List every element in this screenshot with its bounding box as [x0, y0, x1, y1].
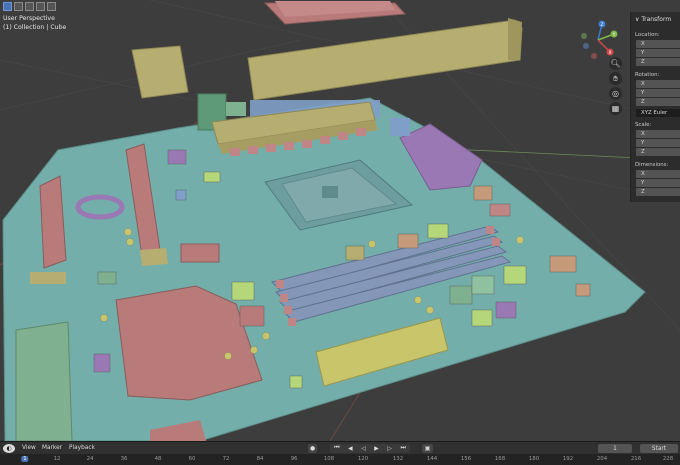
play-icon[interactable]: ▶ [374, 446, 378, 452]
timeline-ruler[interactable]: 1 12 24 36 48 60 72 84 96 108 120 132 14… [0, 454, 680, 465]
select-mode-icons[interactable] [3, 2, 56, 11]
timeline-header: ◐ View Marker Playback ● ⏮ ◀ ◁ ▶ ▷ ⏭ ▣ 1… [0, 441, 680, 455]
scale-label: Scale: [635, 122, 652, 128]
ruler-tick: 132 [392, 456, 404, 462]
scale-y-field[interactable]: Y [636, 139, 680, 147]
ruler-tick: 1 [21, 456, 29, 462]
select-extend-icon[interactable] [14, 2, 23, 11]
transform-panel-header[interactable]: ∨ Transform [635, 16, 671, 23]
keying-icon[interactable]: ▣ [422, 444, 433, 453]
dimensions-y-field[interactable]: Y [636, 179, 680, 187]
rotation-x-field[interactable]: X [636, 80, 680, 88]
select-intersect-icon[interactable] [47, 2, 56, 11]
select-box-icon[interactable] [3, 2, 12, 11]
ruler-tick: 120 [357, 456, 369, 462]
rotation-y-field[interactable]: Y [636, 89, 680, 97]
ruler-tick: 168 [494, 456, 506, 462]
ruler-tick: 156 [460, 456, 472, 462]
viewport-collection-label: (1) Collection | Cube [3, 24, 67, 31]
gizmo-y-label: Y [612, 32, 616, 38]
3d-viewport[interactable]: User Perspective (1) Collection | Cube Z… [0, 0, 680, 441]
grid-icon[interactable]: ▦ [609, 102, 622, 115]
transform-panel: ∨ Transform Location: X Y Z Rotation: X … [630, 12, 680, 202]
jump-start-icon[interactable]: ⏮ [334, 445, 339, 452]
ruler-tick: 216 [630, 456, 642, 462]
ruler-tick: 192 [562, 456, 574, 462]
viewport-perspective-label: User Perspective [3, 15, 55, 22]
clock-icon[interactable]: ◐ [3, 444, 15, 453]
chevron-down-icon: ∨ [635, 16, 640, 23]
ruler-tick: 204 [596, 456, 608, 462]
start-label: Start [651, 445, 667, 452]
menu-marker[interactable]: Marker [42, 445, 62, 451]
ruler-tick: 60 [188, 456, 196, 462]
gizmo-x-label: X [608, 50, 611, 56]
ruler-tick: 96 [290, 456, 298, 462]
start-frame-field[interactable]: Start [640, 444, 678, 453]
next-keyframe-icon[interactable]: ▷ [387, 446, 391, 452]
ruler-tick: 24 [86, 456, 94, 462]
ruler-tick: 144 [426, 456, 438, 462]
playback-controls[interactable]: ⏮ ◀ ◁ ▶ ▷ ⏭ [330, 444, 410, 453]
rotation-label: Rotation: [635, 72, 660, 78]
scale-z-field[interactable]: Z [636, 148, 680, 156]
current-frame-field[interactable]: 1 [598, 444, 632, 453]
scale-x-field[interactable]: X [636, 130, 680, 138]
rotation-z-field[interactable]: Z [636, 98, 680, 106]
jump-end-icon[interactable]: ⏭ [400, 445, 405, 452]
ruler-tick: 72 [222, 456, 230, 462]
prev-keyframe-icon[interactable]: ◀ [348, 446, 352, 452]
location-label: Location: [635, 32, 660, 38]
dimensions-z-field[interactable]: Z [636, 188, 680, 196]
select-invert-icon[interactable] [36, 2, 45, 11]
ruler-tick: 84 [256, 456, 264, 462]
record-icon[interactable]: ● [308, 444, 317, 453]
ruler-tick: 108 [323, 456, 335, 462]
camera-icon[interactable]: ◎ [609, 87, 622, 100]
ruler-tick: 36 [120, 456, 128, 462]
transform-title: Transform [641, 16, 672, 23]
menu-view[interactable]: View [22, 445, 36, 451]
location-y-field[interactable]: Y [636, 49, 680, 57]
location-x-field[interactable]: X [636, 40, 680, 48]
ruler-tick: 228 [662, 456, 674, 462]
select-subtract-icon[interactable] [25, 2, 34, 11]
dimensions-x-field[interactable]: X [636, 170, 680, 178]
gizmo-z-label: Z [600, 22, 603, 28]
hand-icon[interactable]: ✋︎ [609, 72, 622, 85]
rotation-mode-select[interactable]: XYZ Euler [636, 109, 680, 117]
timeline-editor: ◐ View Marker Playback ● ⏮ ◀ ◁ ▶ ▷ ⏭ ▣ 1… [0, 441, 680, 465]
menu-playback[interactable]: Playback [69, 445, 95, 451]
ruler-tick: 12 [53, 456, 61, 462]
blender-window: User Perspective (1) Collection | Cube Z… [0, 0, 680, 465]
dimensions-label: Dimensions: [635, 162, 669, 168]
zoom-icon[interactable]: 🔍︎ [609, 57, 622, 70]
ruler-tick: 48 [154, 456, 162, 462]
motherboard-model [0, 0, 680, 441]
location-z-field[interactable]: Z [636, 58, 680, 66]
play-reverse-icon[interactable]: ◁ [361, 446, 365, 452]
ruler-tick: 180 [528, 456, 540, 462]
